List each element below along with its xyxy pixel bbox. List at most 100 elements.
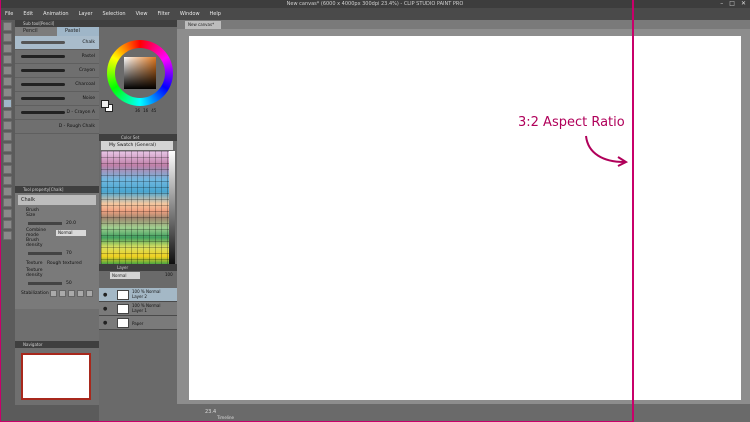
main-color-swatch[interactable] [101, 100, 109, 108]
brush-stroke-preview [21, 41, 65, 44]
canvas-tab[interactable]: New canvas* [185, 21, 221, 29]
colorset-header: Color Set [99, 134, 177, 141]
blend-tool-icon[interactable] [3, 154, 12, 163]
texture-value[interactable]: Rough textured [47, 261, 82, 266]
navigator-toolbar[interactable] [15, 405, 99, 422]
menu-window[interactable]: Window [180, 11, 200, 17]
brush-item-noise[interactable]: Noise [15, 92, 99, 106]
curved-arrow-icon [585, 135, 629, 167]
gray-swatch-column[interactable] [169, 151, 175, 271]
layer-panel-header: Layer [99, 264, 177, 271]
canvas[interactable] [189, 36, 741, 400]
frame-tool-icon[interactable] [3, 198, 12, 207]
brush-density-slider[interactable] [28, 251, 62, 255]
brush-name: Pastel [81, 54, 95, 59]
zoom-level[interactable]: 23.4 [205, 409, 216, 415]
menu-animation[interactable]: Animation [43, 11, 69, 17]
navigator-preview[interactable] [21, 353, 91, 400]
timeline-tab[interactable]: Timeline [217, 415, 234, 420]
layer-opacity-value[interactable]: 100 [165, 272, 173, 277]
title-bar: New canvas* (6000 x 4000px 300dpi 23.4%)… [0, 0, 750, 8]
pencil-tool-icon[interactable] [3, 99, 12, 108]
layer-thumbnail [117, 304, 129, 314]
minimize-icon[interactable]: – [720, 0, 723, 7]
close-icon[interactable]: ✕ [741, 0, 746, 7]
balloon-tool-icon[interactable] [3, 231, 12, 240]
brush-name: D - Crayon A [66, 110, 95, 115]
texture-density-slider[interactable] [28, 281, 62, 285]
texture-density-label: Texture density [26, 268, 43, 278]
brush-item-crayon[interactable]: Crayon [15, 64, 99, 78]
color-panels: 36 16 45 Color Set My Swatch (General) [99, 20, 177, 422]
layer-row-paper[interactable]: ● Paper [99, 316, 177, 330]
tab-pastel[interactable]: Pastel [57, 27, 99, 36]
color-swatch-grid[interactable] [101, 151, 175, 271]
saturation-value-square[interactable] [124, 57, 156, 89]
brush-item-crayon-a[interactable]: D - Crayon A [15, 106, 99, 120]
eye-icon[interactable]: ● [103, 320, 107, 326]
gradient-tool-icon[interactable] [3, 176, 12, 185]
airbrush-tool-icon[interactable] [3, 121, 12, 130]
brush-item-chalk[interactable]: Chalk [15, 36, 99, 50]
tab-pencil[interactable]: Pencil [15, 27, 57, 36]
subtool-header: Sub tool[Pencil] [15, 20, 99, 27]
text-tool-icon[interactable] [3, 220, 12, 229]
brush-item-pastel[interactable]: Pastel [15, 50, 99, 64]
texture-density-value: 50 [66, 280, 72, 286]
brush-size-row[interactable]: Brush Size [18, 208, 96, 218]
menu-selection[interactable]: Selection [103, 11, 126, 17]
menu-help[interactable]: Help [210, 11, 221, 17]
menu-edit[interactable]: Edit [23, 11, 33, 17]
decoration-tool-icon[interactable] [3, 132, 12, 141]
operation-tool-icon[interactable] [3, 44, 12, 53]
combine-mode-select[interactable]: Normal [56, 230, 86, 236]
layer-thumbnail [117, 318, 129, 328]
brush-name: Charcoal [75, 82, 95, 87]
pen-tool-icon[interactable] [3, 88, 12, 97]
navigator-header: Navigator [15, 341, 99, 348]
color-wheel[interactable] [107, 40, 173, 106]
hue-value: 36 [135, 108, 141, 113]
brush-item-rough-chalk[interactable]: D - Rough Chalk [15, 120, 99, 134]
maximize-icon[interactable]: □ [729, 0, 735, 7]
layer-row-layer-1[interactable]: ● 100 % Normal Layer 1 [99, 302, 177, 316]
layer-name: Layer 2 [132, 294, 147, 299]
aspect-ratio-annotation: 3:2 Aspect Ratio [518, 115, 625, 130]
brightness-value: 45 [151, 108, 157, 113]
brush-name: Noise [82, 96, 95, 101]
canvas-area[interactable] [177, 29, 750, 404]
zoom-tool-icon[interactable] [3, 22, 12, 31]
menu-view[interactable]: View [136, 11, 148, 17]
eraser-tool-icon[interactable] [3, 143, 12, 152]
move-tool-icon[interactable] [3, 33, 12, 42]
eye-icon[interactable]: ● [103, 292, 107, 298]
eye-icon[interactable]: ● [103, 306, 107, 312]
tool-property-name: Chalk [18, 195, 96, 205]
layer-blend-select[interactable]: Normal [110, 272, 140, 279]
color-wheel-header [99, 20, 177, 27]
figure-tool-icon[interactable] [3, 187, 12, 196]
brush-tool-icon[interactable] [3, 110, 12, 119]
colorset-select[interactable]: My Swatch (General) [101, 141, 173, 150]
menu-layer[interactable]: Layer [79, 11, 93, 17]
fill-tool-icon[interactable] [3, 165, 12, 174]
layer-row-layer-2[interactable]: ● 100 % Normal Layer 2 [99, 288, 177, 302]
combine-mode-label: Combine mode [26, 228, 47, 238]
ruler-tool-icon[interactable] [3, 209, 12, 218]
menu-filter[interactable]: Filter [157, 11, 169, 17]
toolbox [0, 20, 15, 422]
auto-select-tool-icon[interactable] [3, 66, 12, 75]
menu-file[interactable]: File [5, 11, 13, 17]
texture-label: Texture [26, 260, 43, 266]
eyedropper-tool-icon[interactable] [3, 77, 12, 86]
selection-tool-icon[interactable] [3, 55, 12, 64]
brush-name: Chalk [82, 40, 95, 45]
brush-item-charcoal[interactable]: Charcoal [15, 78, 99, 92]
layer-thumbnail [117, 290, 129, 300]
stabilization-buttons[interactable] [50, 289, 93, 297]
stabilization-label: Stabilization [21, 290, 49, 296]
brush-size-slider[interactable] [28, 221, 62, 225]
layer-name: Paper [132, 321, 144, 326]
brush-stroke-preview [21, 69, 65, 72]
brush-stroke-preview [21, 97, 65, 100]
